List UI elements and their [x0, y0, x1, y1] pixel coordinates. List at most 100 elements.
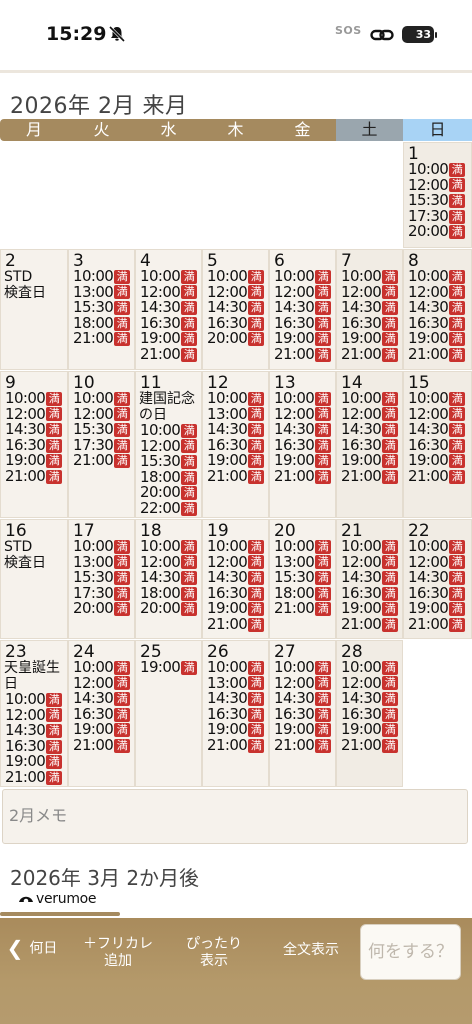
time-slot[interactable]: 21:00 満	[337, 346, 402, 363]
calendar-day-1[interactable]: 1 10:00 満 12:00 満 15:30 満 17:30 満 20:00 満	[403, 142, 472, 248]
sos-indicator: SOS	[335, 24, 362, 37]
calendar-day-11[interactable]: 11 建国記念 の日 10:00 満 12:00 満 15:30 満 18:00 満 20:00 満 22…	[135, 371, 202, 518]
time-slot[interactable]: 21:00 満	[270, 346, 335, 363]
full-badge: 満	[181, 285, 198, 300]
calendar-day-7[interactable]: 7 10:00 満 12:00 満 14:30 満 16:30 満 19:00 満 21:00 満	[336, 249, 403, 370]
full-badge: 満	[382, 347, 399, 362]
calendar-day-18[interactable]: 18 10:00 満 12:00 満 14:30 満 18:00 満 20:00 満	[135, 519, 202, 639]
time-slot[interactable]: 20:00 満	[136, 601, 201, 617]
time-slot[interactable]: 21:00 満	[136, 344, 201, 363]
full-badge: 満	[449, 193, 466, 208]
time-slot[interactable]: 21:00 満	[337, 737, 402, 754]
calendar-day-12[interactable]: 12 10:00 満 13:00 満 14:30 満 16:30 満 19:00 満 21:00 満	[202, 371, 269, 518]
day-note: STD	[4, 539, 33, 555]
calendar-day-16[interactable]: 16 STD 検査日	[0, 519, 68, 639]
calendar-day-2[interactable]: 2 STD 検査日	[0, 249, 68, 370]
full-badge: 満	[449, 617, 466, 632]
calendar-day-22[interactable]: 22 10:00 満 12:00 満 14:30 満 16:30 満 19:00 満 21:00 満	[403, 519, 472, 639]
full-badge: 満	[114, 454, 131, 469]
calendar-day-21[interactable]: 21 10:00 満 12:00 満 14:30 満 16:30 満 19:00 満 21:00 満	[336, 519, 403, 639]
month-memo[interactable]: 2月メモ	[2, 789, 468, 844]
calendar-day-9[interactable]: 9 10:00 満 12:00 満 14:30 満 16:30 満 19:00 満 21:00 満	[0, 371, 68, 518]
add-furigana-button[interactable]: ＋フリカレ 追加	[74, 936, 162, 970]
calendar-empty-cell	[336, 142, 403, 248]
full-badge: 満	[315, 676, 332, 691]
calendar-day-3[interactable]: 3 10:00 満 13:00 満 15:30 満 18:00 満 21:00 満	[68, 249, 135, 370]
full-badge: 満	[449, 555, 466, 570]
full-text-button[interactable]: 全文表示	[268, 942, 354, 959]
time-slot[interactable]: 22:00 満	[136, 500, 201, 517]
time-slot[interactable]: 21:00 満	[270, 468, 335, 485]
calendar-day-25[interactable]: 25 19:00 満	[135, 640, 202, 787]
slot-time: 21:00	[207, 614, 248, 633]
calendar-day-24[interactable]: 24 10:00 満 12:00 満 14:30 満 16:30 満 19:00 満 21:00 満	[68, 640, 135, 787]
slot-time: 21:00	[207, 735, 248, 754]
time-slot[interactable]: 21:00 満	[203, 735, 268, 754]
full-badge: 満	[315, 391, 332, 406]
full-badge: 満	[449, 438, 466, 453]
calendar-day-8[interactable]: 8 10:00 満 12:00 満 14:30 満 16:30 満 19:00 満 21:00 満	[403, 249, 472, 370]
full-badge: 満	[181, 269, 198, 284]
back-button[interactable]: ❮ 何日	[0, 938, 64, 958]
calendar-day-17[interactable]: 17 10:00 満 13:00 満 15:30 満 17:30 満 20:00 満	[68, 519, 135, 639]
furigana-label-1: ＋フリカレ	[83, 936, 153, 952]
calendar-day-19[interactable]: 19 10:00 満 12:00 満 14:30 満 16:30 満 19:00 満 21:00 満	[202, 519, 269, 639]
time-slot[interactable]: 21:00 満	[69, 737, 134, 754]
logo-underline	[0, 912, 120, 916]
weekday-6: 土	[336, 119, 403, 141]
full-badge: 満	[248, 300, 265, 315]
calendar-day-13[interactable]: 13 10:00 満 12:00 満 14:30 満 16:30 満 19:00 満 21:00 満	[269, 371, 336, 518]
time-slot[interactable]: 21:00 満	[337, 616, 402, 633]
calendar-day-23[interactable]: 23 天皇誕生日 10:00 満 12:00 満 14:30 満 16:30 満 19:00 満 21:…	[0, 640, 68, 787]
full-badge: 満	[315, 438, 332, 453]
calendar-day-28[interactable]: 28 10:00 満 12:00 満 14:30 満 16:30 満 19:00 満 21:00 満	[336, 640, 403, 787]
time-slot[interactable]: 20:00 満	[69, 601, 134, 617]
full-badge: 満	[248, 316, 265, 331]
month-title[interactable]: 2026年 2月 来月	[10, 88, 187, 120]
calendar-day-27[interactable]: 27 10:00 満 12:00 満 14:30 満 16:30 満 19:00 満 21:00 満	[269, 640, 336, 787]
calendar-day-4[interactable]: 4 10:00 満 12:00 満 14:30 満 16:30 満 19:00 満 21:00 満	[135, 249, 202, 370]
full-badge: 満	[181, 586, 198, 601]
time-slot[interactable]: 20:00 満	[203, 331, 268, 347]
full-badge: 満	[248, 407, 265, 422]
full-badge: 満	[181, 501, 198, 516]
time-slot[interactable]: 21:00 満	[270, 737, 335, 754]
full-badge: 満	[449, 332, 466, 347]
full-badge: 満	[382, 738, 399, 753]
time-slot[interactable]: 21:00 満	[203, 468, 268, 485]
fit-view-button[interactable]: ぴったり 表示	[170, 936, 258, 970]
time-slot[interactable]: 21:00 満	[69, 453, 134, 469]
full-badge: 満	[315, 347, 332, 362]
calendar-day-6[interactable]: 6 10:00 満 12:00 満 14:30 満 16:30 満 19:00 満 21:00 満	[269, 249, 336, 370]
time-slot[interactable]: 21:00 満	[404, 468, 471, 485]
next-month-title[interactable]: 2026年 3月 2か月後	[10, 862, 199, 891]
full-badge: 満	[449, 209, 466, 224]
time-slot[interactable]: 19:00 満	[136, 659, 201, 676]
action-button[interactable]: 何をする？	[360, 924, 461, 980]
calendar-day-5[interactable]: 5 10:00 満 12:00 満 14:30 満 16:30 満 20:00 満	[202, 249, 269, 370]
calendar-day-15[interactable]: 15 10:00 満 12:00 満 14:30 満 16:30 満 19:00 満 21:00 満	[403, 371, 472, 518]
time-slot[interactable]: 21:00 満	[270, 601, 335, 617]
time-slot[interactable]: 21:00 満	[404, 616, 471, 633]
calendar-day-20[interactable]: 20 10:00 満 13:00 満 15:30 満 18:00 満 21:00 満	[269, 519, 336, 639]
full-badge: 満	[248, 454, 265, 469]
day-note: 検査日	[4, 285, 46, 301]
time-slot[interactable]: 21:00 満	[69, 331, 134, 347]
calendar-day-14[interactable]: 14 10:00 満 12:00 満 14:30 満 16:30 満 19:00 満 21:00 満	[336, 371, 403, 518]
full-badge: 満	[181, 332, 198, 347]
full-badge: 満	[315, 539, 332, 554]
time-slot[interactable]: 20:00 満	[404, 224, 471, 240]
calendar-day-26[interactable]: 26 10:00 満 13:00 満 14:30 満 16:30 満 19:00 満 21:00 満	[202, 640, 269, 787]
time-slot[interactable]: 21:00 満	[203, 614, 268, 633]
time-slot[interactable]: 21:00 満	[337, 468, 402, 485]
slot-time: 21:00	[140, 344, 181, 363]
time-slot[interactable]: 21:00 満	[1, 769, 67, 786]
time-slot[interactable]: 21:00 満	[1, 468, 67, 485]
full-badge: 満	[46, 438, 63, 453]
full-badge: 満	[181, 423, 198, 438]
time-slot[interactable]: 21:00 満	[404, 346, 471, 363]
calendar-day-10[interactable]: 10 10:00 満 12:00 満 15:30 満 17:30 満 21:00 満	[68, 371, 135, 518]
full-badge: 満	[449, 300, 466, 315]
full-badge: 満	[114, 723, 131, 738]
full-badge: 満	[248, 586, 265, 601]
